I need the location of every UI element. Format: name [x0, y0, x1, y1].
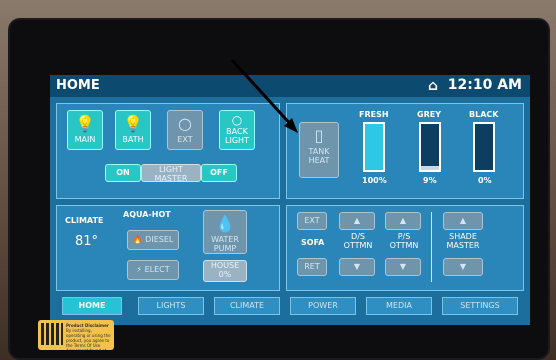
annotation-arrow: [230, 58, 298, 133]
sticker-text: Product Disclaimer By installing, operat…: [66, 323, 112, 350]
product-disclaimer-sticker: Product Disclaimer By installing, operat…: [38, 320, 114, 350]
qr-code: [41, 323, 63, 345]
sticker-body: By installing, operating or using the pr…: [66, 328, 111, 350]
